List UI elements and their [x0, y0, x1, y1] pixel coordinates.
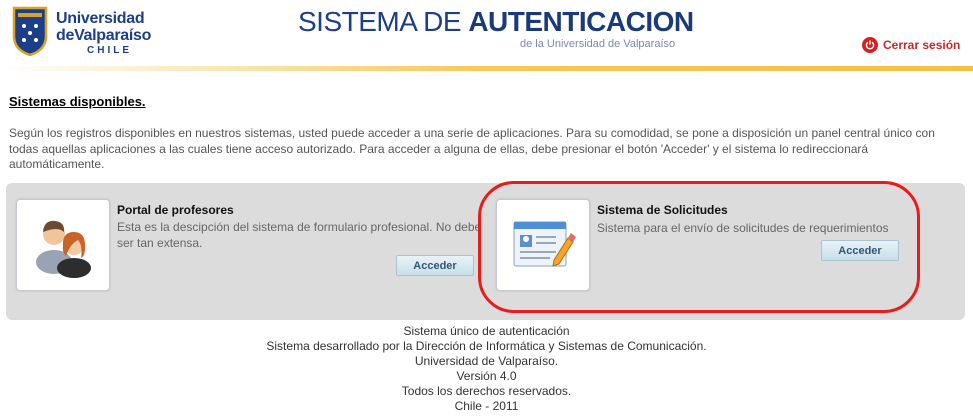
app-icon-sistema-solicitudes[interactable]: [496, 199, 590, 291]
acceder-button[interactable]: Acceder: [396, 255, 474, 276]
app-description: Esta es la descipción del sistema de for…: [117, 220, 482, 250]
footer-line: Versión 4.0: [456, 369, 517, 383]
users-icon: [36, 220, 91, 278]
university-logo: Universidad deValparaíso CHILE: [10, 4, 151, 62]
acceder-button[interactable]: Acceder: [821, 240, 899, 261]
footer-line: Todos los derechos reservados.: [401, 384, 572, 398]
intro-text: Según los registros disponibles en nuest…: [9, 126, 935, 171]
app-description: Sistema para el envío de solicitudes de …: [597, 221, 889, 235]
logout-label: Cerrar sesión: [883, 38, 961, 52]
app-title: Sistema de Solicitudes: [597, 203, 728, 217]
footer-line: Universidad de Valparaíso.: [414, 354, 559, 368]
page-title-bold: AUTENTICACION: [468, 6, 694, 37]
page-subtitle: de la Universidad de Valparaíso: [520, 38, 676, 50]
logo-country: CHILE: [87, 45, 132, 56]
footer-line: Sistema desarrollado por la Dirección de…: [266, 339, 707, 353]
footer-line: Sistema único de autenticación: [403, 324, 570, 338]
logo-line-2: deValparaíso: [56, 27, 152, 44]
section-title: Sistemas disponibles.: [9, 94, 146, 109]
page-title-regular: SISTEMA DE: [298, 6, 469, 37]
power-icon: [862, 37, 878, 53]
page-title: SISTEMA DE AUTENTICACION: [298, 6, 694, 38]
logo-line-1: Universidad: [56, 10, 145, 27]
footer: Sistema único de autenticación Sistema d…: [0, 324, 973, 414]
shield-icon: [12, 6, 48, 56]
logout-button[interactable]: Cerrar sesión: [862, 37, 960, 53]
app-title: Portal de profesores: [117, 203, 234, 217]
app-icon-portal-profesores[interactable]: [16, 199, 110, 291]
footer-line: Chile - 2011: [454, 399, 519, 413]
header-divider: [0, 66, 973, 71]
form-edit-icon: [513, 221, 576, 267]
